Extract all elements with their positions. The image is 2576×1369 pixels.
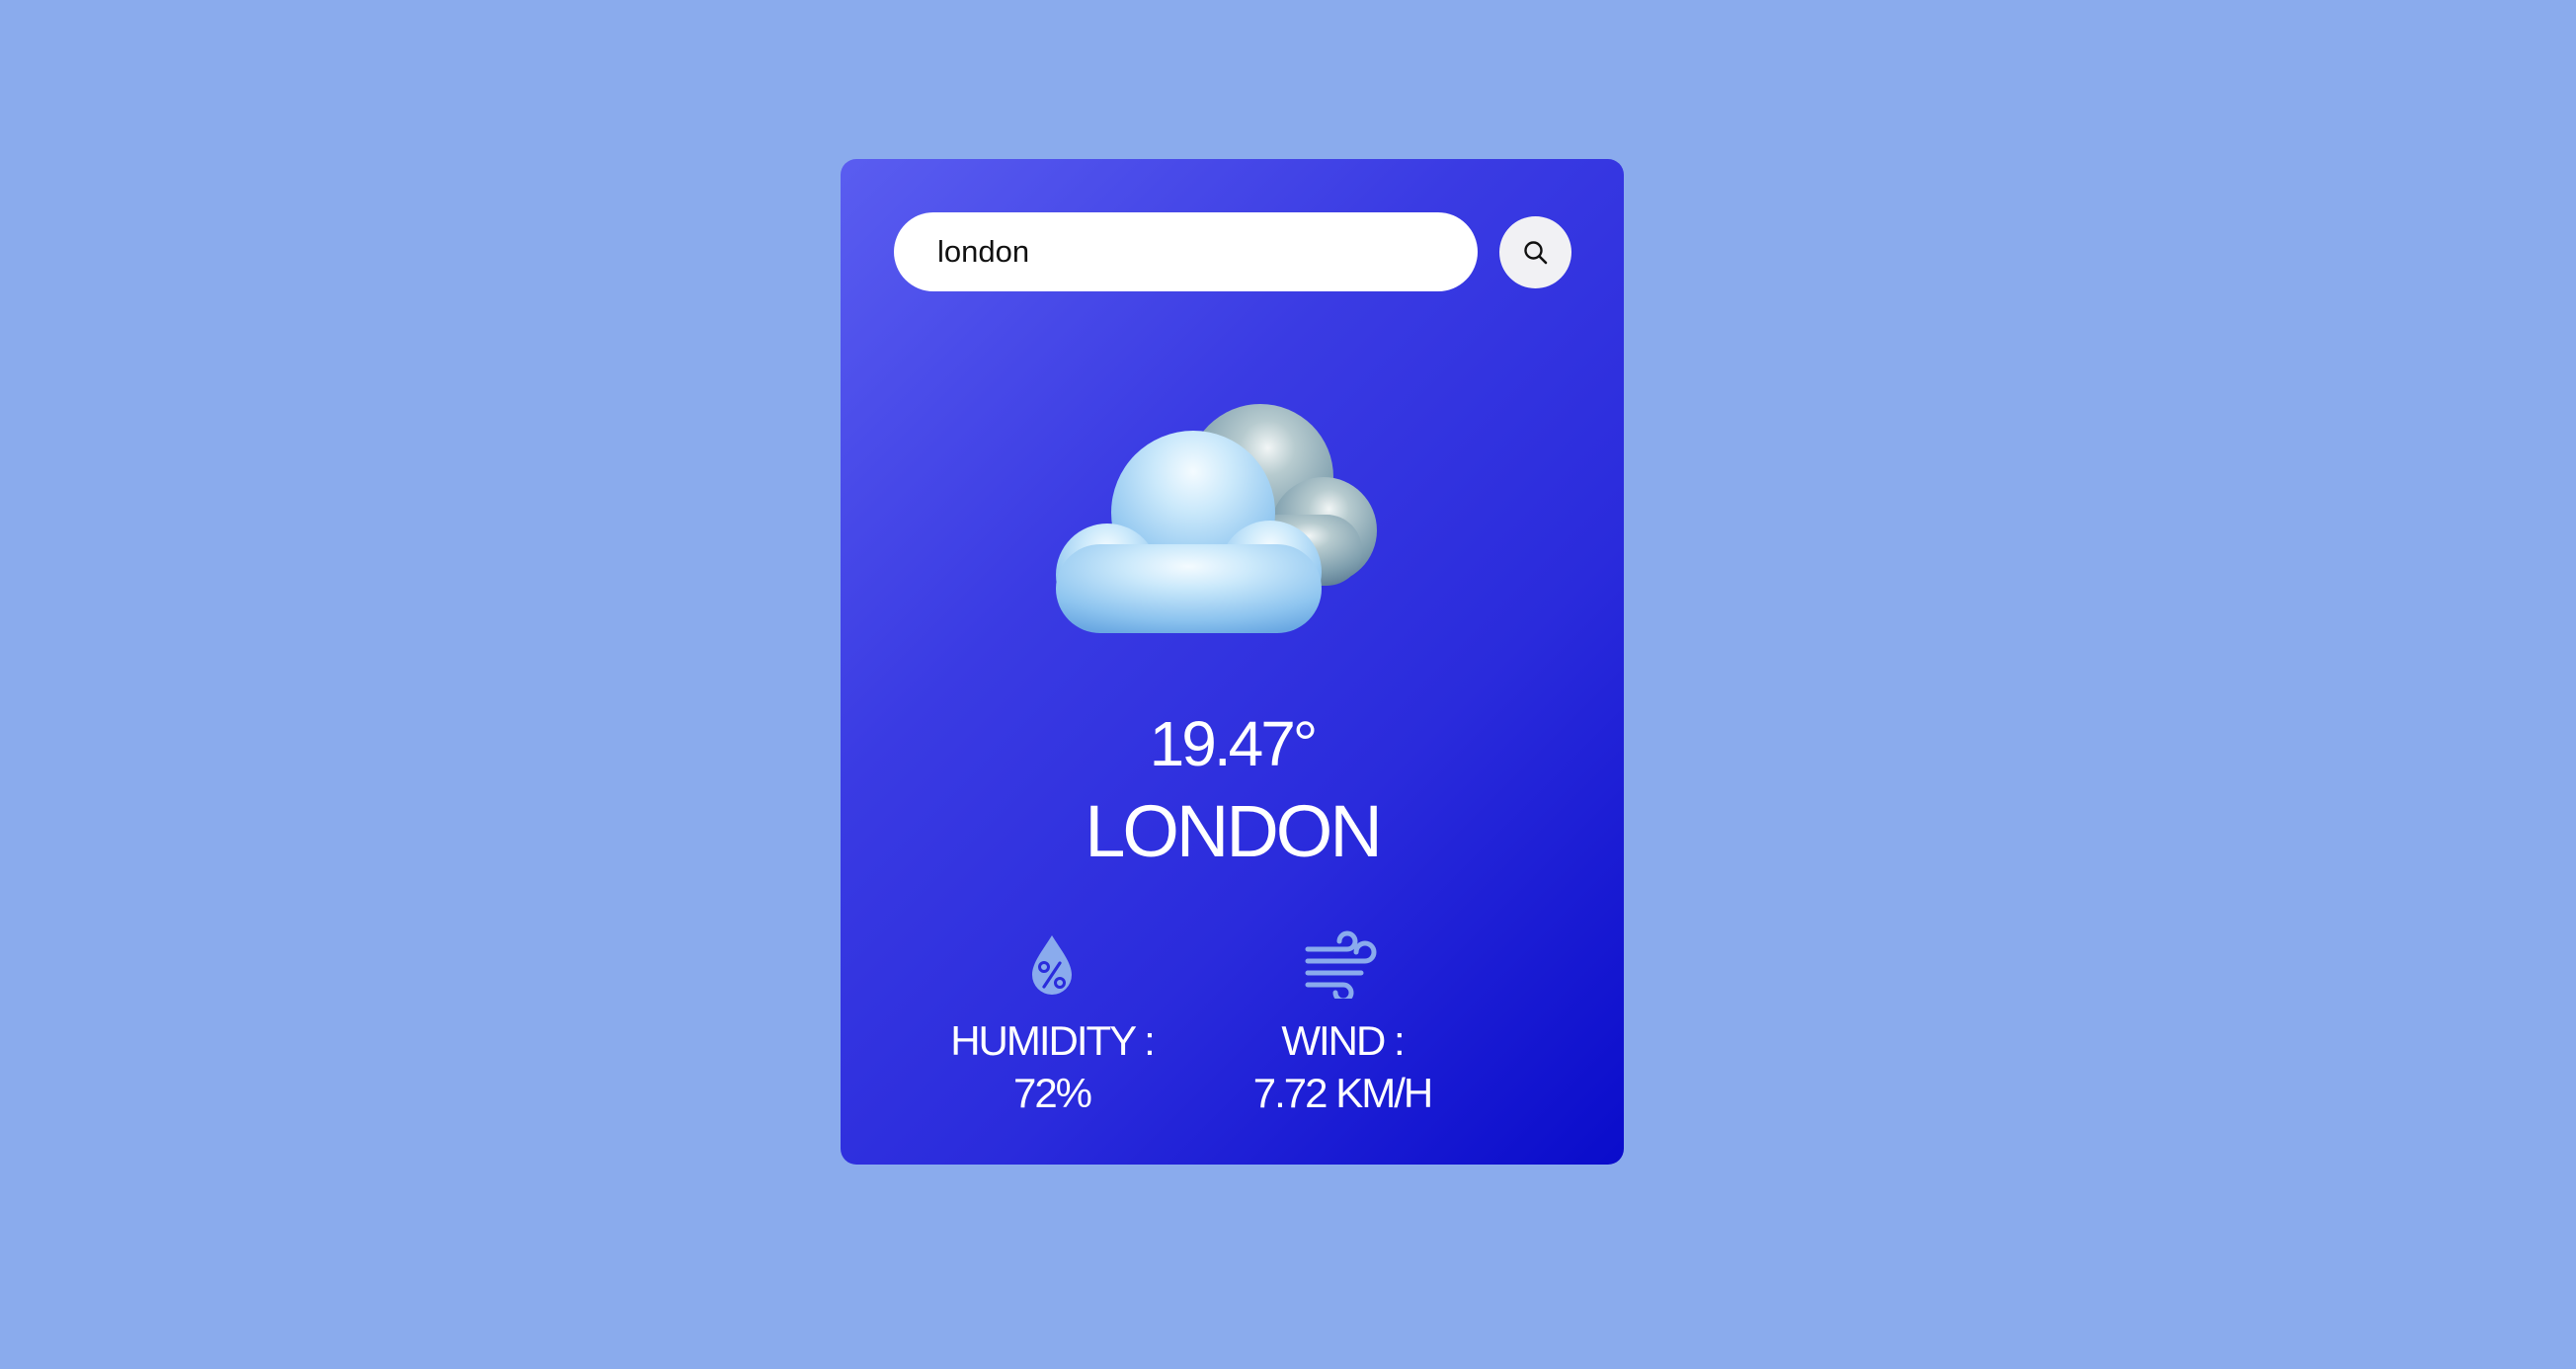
temperature: 19.47°: [1149, 708, 1319, 779]
search-button[interactable]: [1499, 216, 1571, 288]
search-bar: [894, 212, 1571, 291]
humidity-drop-icon: [1032, 935, 1072, 995]
wind-stat: WIND : 7.72 KM/H: [1214, 929, 1471, 1121]
city-name: LONDON: [1085, 790, 1383, 872]
search-input[interactable]: [894, 212, 1478, 291]
wind-icon: [1305, 930, 1377, 999]
wind-value: 7.72 KM/H: [1252, 1070, 1433, 1116]
search-icon: [1523, 240, 1547, 264]
cloudy-icon: [1056, 404, 1377, 633]
weather-card: 19.47° LONDON HUMIDITY : 72% WIND : 7.72…: [841, 159, 1624, 1165]
wind-label: WIND :: [1281, 1017, 1405, 1064]
humidity-stat: HUMIDITY : 72%: [924, 929, 1180, 1121]
humidity-label: HUMIDITY :: [950, 1017, 1156, 1064]
humidity-value: 72%: [1012, 1070, 1092, 1116]
